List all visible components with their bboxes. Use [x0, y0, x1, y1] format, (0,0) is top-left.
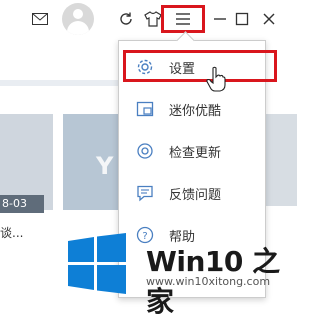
video-caption[interactable]: 谈...: [0, 224, 23, 241]
menu-item-check-update[interactable]: 检查更新: [119, 133, 265, 169]
menu-item-label: 反馈问题: [169, 187, 222, 203]
menu-item-label: 检查更新: [169, 145, 222, 161]
menu-button-highlight: [161, 5, 205, 33]
title-bar: [0, 0, 297, 38]
watermark-url: www.win10xitong.com: [146, 275, 271, 288]
hand-cursor-icon: [206, 66, 226, 92]
avatar[interactable]: [62, 3, 94, 35]
feedback-icon: [135, 183, 155, 203]
refresh-icon[interactable]: [116, 9, 136, 29]
maximize-icon[interactable]: [232, 9, 252, 29]
update-icon: [135, 141, 155, 161]
menu-item-feedback[interactable]: 反馈问题: [119, 175, 265, 211]
settings-highlight: [123, 50, 277, 82]
menu-item-mini-youku[interactable]: 迷你优酷: [119, 91, 265, 127]
divider: [0, 80, 118, 86]
minimize-icon[interactable]: [210, 9, 230, 29]
date-badge: 8-03: [0, 195, 44, 213]
skin-icon[interactable]: [143, 9, 163, 29]
close-icon[interactable]: [259, 9, 279, 29]
mini-player-icon: [135, 99, 155, 119]
mail-icon[interactable]: [30, 9, 50, 29]
menu-item-label: 迷你优酷: [169, 103, 222, 119]
youku-logo-icon: Y: [96, 152, 114, 180]
windows-logo-icon: [66, 233, 128, 295]
